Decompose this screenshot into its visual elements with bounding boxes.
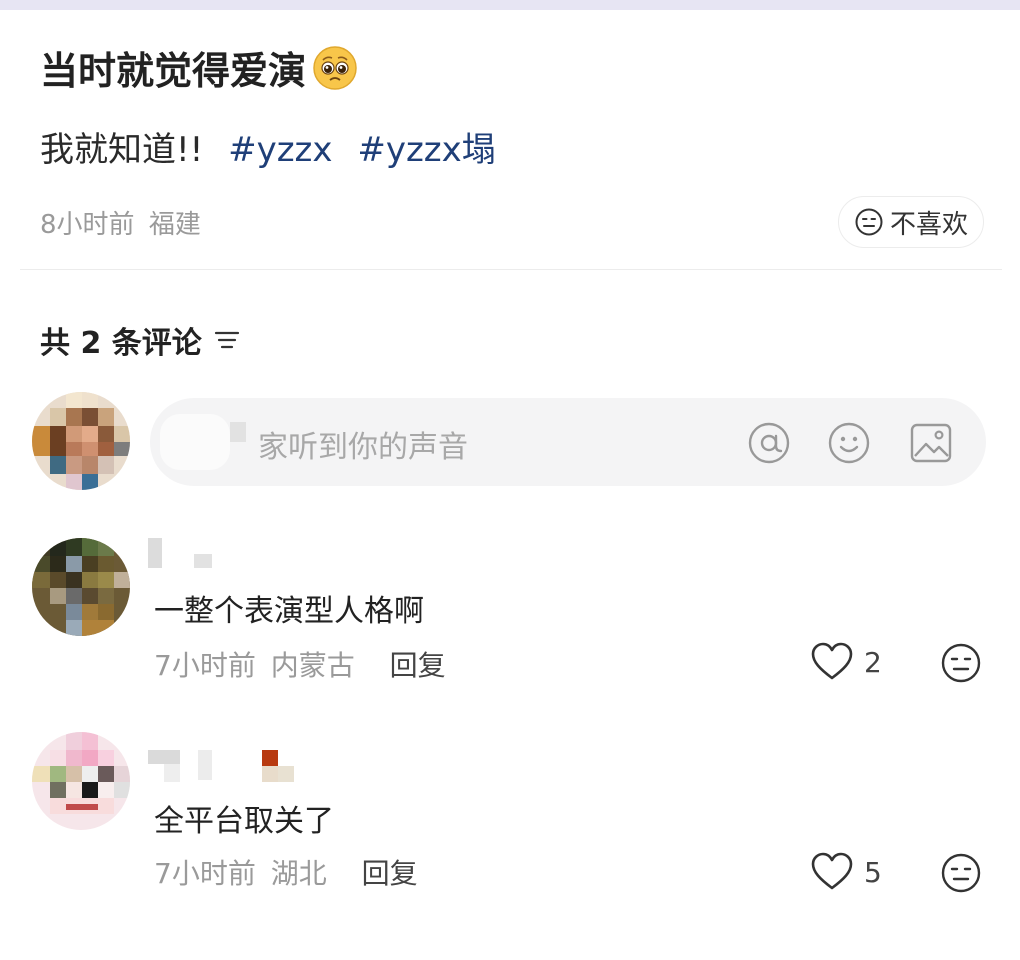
comment-input[interactable]: 家听到你的声音 <box>150 398 986 486</box>
blurred-username <box>164 764 180 782</box>
dislike-icon[interactable] <box>940 642 982 684</box>
comment-time: 7小时前 <box>154 857 256 890</box>
hashtag-link[interactable]: #yzzx <box>228 130 332 170</box>
comment-location: 内蒙古 <box>270 649 355 682</box>
post-meta: 8小时前 福建 <box>40 204 201 241</box>
post-time: 8小时前 <box>40 210 135 240</box>
pleading-face-icon <box>313 45 357 90</box>
commenter-avatar[interactable] <box>32 732 130 830</box>
at-icon[interactable] <box>746 420 792 466</box>
like-count: 2 <box>864 645 882 679</box>
blurred-username <box>262 750 278 766</box>
blurred-username <box>278 766 294 782</box>
meh-face-icon <box>855 208 883 236</box>
blurred-username <box>198 750 212 780</box>
blurred-username <box>262 766 278 782</box>
current-user-avatar[interactable] <box>32 392 130 490</box>
comment-text: 全平台取关了 <box>154 804 334 839</box>
sort-icon[interactable] <box>214 328 240 352</box>
reply-button[interactable]: 回复 <box>362 857 418 890</box>
reply-button[interactable]: 回复 <box>390 649 446 682</box>
blurred-username <box>194 554 212 568</box>
blurred-region <box>160 414 230 470</box>
dislike-icon[interactable] <box>940 852 982 894</box>
post-body: 我就知道!! #yzzx #yzzx塌 <box>40 122 496 171</box>
divider <box>20 269 1002 270</box>
like-button[interactable]: 2 <box>810 642 882 682</box>
post-title: 当时就觉得爱演 <box>40 40 358 95</box>
top-bar <box>0 0 1020 10</box>
dislike-label: 不喜欢 <box>889 209 968 240</box>
comment-time: 7小时前 <box>154 649 256 682</box>
dislike-button[interactable]: 不喜欢 <box>838 196 984 248</box>
comment-location: 湖北 <box>270 857 327 890</box>
post-body-text: 我就知道!! <box>40 130 204 170</box>
comment-text: 一整个表演型人格啊 <box>154 594 424 629</box>
heart-icon <box>811 642 853 680</box>
emoji-icon[interactable] <box>826 420 872 466</box>
hashtag-link[interactable]: #yzzx塌 <box>357 130 495 170</box>
image-icon[interactable] <box>908 420 954 466</box>
comment-meta: 7小时前 湖北 回复 <box>154 852 418 892</box>
heart-icon <box>811 852 853 890</box>
like-count: 5 <box>864 855 882 889</box>
post-location: 福建 <box>148 210 201 240</box>
comments-count-label: 共 2 条评论 <box>40 326 202 361</box>
comment-input-placeholder: 家听到你的声音 <box>258 430 468 465</box>
post-title-text: 当时就觉得爱演 <box>40 49 307 93</box>
comment-meta: 7小时前 内蒙古 回复 <box>154 644 446 684</box>
blurred-username <box>148 538 162 568</box>
blurred-username <box>148 750 180 764</box>
blurred-region <box>230 422 246 442</box>
comments-count: 共 2 条评论 <box>40 318 240 362</box>
like-button[interactable]: 5 <box>810 852 882 892</box>
commenter-avatar[interactable] <box>32 538 130 636</box>
